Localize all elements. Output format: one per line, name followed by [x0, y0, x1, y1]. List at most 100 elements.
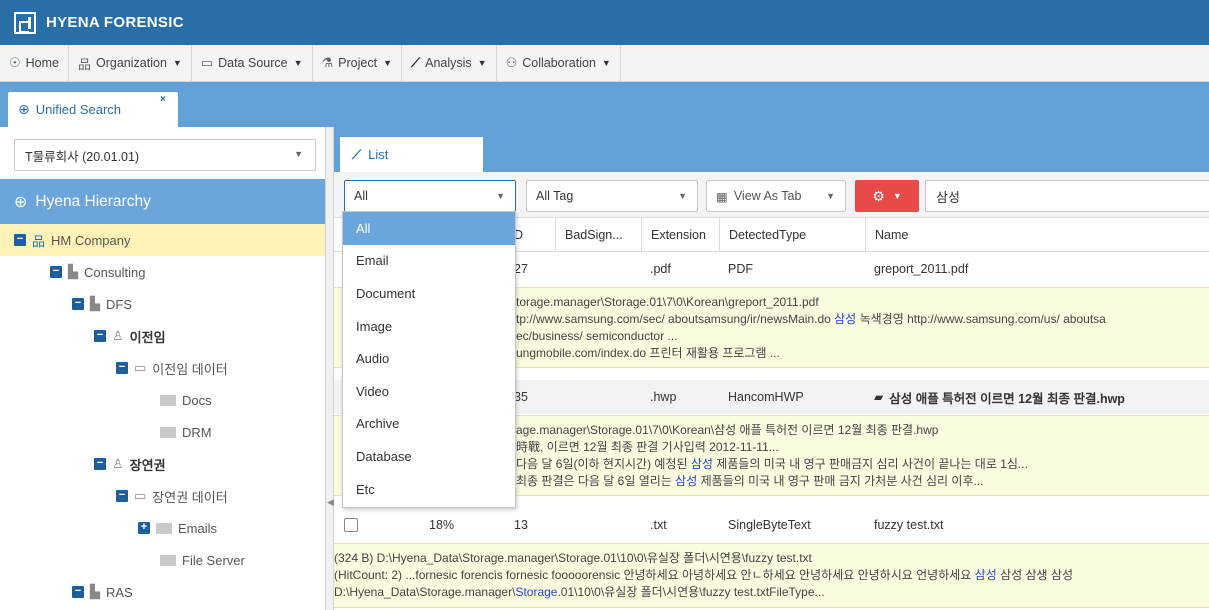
snippet-line: torage.manager\Storage.01\7\0\Korean\gre…	[516, 294, 1209, 311]
search-hit: 삼성	[690, 457, 713, 471]
people-icon: ⚇	[505, 55, 518, 70]
tab-list[interactable]: ⟋ List	[340, 137, 483, 172]
snippet-text: tp://www.samsung.com/sec/ aboutsamsung/i…	[516, 312, 835, 326]
snippet-line: 다음 달 6일(이하 현지시간) 예정된 삼성 제품들의 미국 내 영구 판매금…	[516, 456, 1209, 473]
building-icon: ▙	[90, 296, 100, 311]
type-option-document[interactable]: Document	[343, 277, 515, 310]
table-row[interactable]: 18% 13 .txt SingleByteText fuzzy test.txt	[334, 508, 1209, 542]
column-header-name[interactable]: Name	[865, 218, 908, 252]
cell-type-text: PDF	[728, 262, 753, 276]
menu-home-label: Home	[25, 56, 59, 70]
type-option-archive[interactable]: Archive	[343, 408, 515, 441]
snippet-text: 삼성 삼생 삼성	[996, 568, 1074, 582]
search-input-value: 삼성	[936, 189, 960, 205]
cell-ext: .pdf	[650, 252, 671, 286]
chevron-down-icon: ▼	[601, 58, 611, 68]
tab-unified-search[interactable]: ⊕ Unified Search ×	[8, 92, 178, 127]
menu-organization[interactable]: 品 Organization ▼	[69, 44, 192, 82]
type-filter-value: All	[354, 189, 368, 203]
cell-id-text: 27	[514, 262, 528, 276]
tree-node[interactable]: DRM	[0, 416, 325, 448]
search-hit: Storage	[515, 585, 558, 599]
cell-name: greport_2011.pdf	[874, 252, 968, 286]
column-header-badsign[interactable]: BadSign...	[555, 218, 623, 252]
chevron-down-icon: ▼	[477, 58, 487, 68]
collapse-icon[interactable]: −	[94, 458, 106, 470]
cell-name-text: 삼성 애플 특허전 이르면 12월 최종 판결.hwp	[889, 391, 1125, 406]
row-checkbox[interactable]	[344, 518, 358, 532]
tree-node[interactable]: − 品 HM Company	[0, 224, 325, 256]
hit-snippet: (324 B) D:\Hyena_Data\Storage.manager\St…	[334, 543, 1209, 608]
cell-ext-text: .pdf	[650, 262, 671, 276]
tree-node[interactable]: + Emails	[0, 512, 325, 544]
tree-node[interactable]: − ▭ 장연권 데이터	[0, 480, 325, 512]
tree-node[interactable]: − ▙ Consulting	[0, 256, 325, 288]
type-option-audio[interactable]: Audio	[343, 342, 515, 375]
collapse-left-icon[interactable]: ◀	[327, 497, 334, 508]
organization-select[interactable]: T물류회사 (20.01.01) ▼	[14, 139, 316, 171]
hierarchy-tree: − 品 HM Company − ▙ Consulting − ▙ DFS − ♙ 이전임 − ▭ 이전임 …	[0, 224, 325, 610]
menu-home[interactable]: ☉ Home	[0, 44, 69, 82]
collapse-icon[interactable]: −	[72, 586, 84, 598]
type-option-database[interactable]: Database	[343, 440, 515, 473]
type-option-etc[interactable]: Etc	[343, 473, 515, 506]
cell-score: 18%	[429, 508, 454, 542]
type-option-all[interactable]: All	[343, 212, 515, 245]
type-option-image[interactable]: Image	[343, 310, 515, 343]
collapse-icon[interactable]: −	[116, 362, 128, 374]
cell-id: 13	[514, 508, 528, 542]
tab-list-label: List	[368, 147, 389, 162]
tree-node[interactable]: Docs	[0, 384, 325, 416]
type-option-email[interactable]: Email	[343, 245, 515, 278]
settings-button[interactable]: ⚙ ▼	[855, 180, 919, 212]
snippet-line: 時戰, 이르면 12월 최종 판결 기사입력 2012-11-11...	[516, 439, 1209, 456]
menu-collaboration[interactable]: ⚇ Collaboration ▼	[497, 44, 621, 82]
collapse-icon[interactable]: −	[14, 234, 26, 246]
line-chart-icon: ⟋	[411, 55, 421, 70]
menu-data-source-label: Data Source	[218, 56, 288, 70]
menu-organization-label: Organization	[96, 56, 167, 70]
panel-splitter[interactable]: ◀	[326, 127, 334, 610]
tree-node-label: Docs	[182, 392, 212, 408]
menu-analysis[interactable]: ⟋ Analysis ▼	[402, 44, 497, 82]
collapse-icon[interactable]: −	[50, 266, 62, 278]
tree-node[interactable]: − ♙ 장연권	[0, 448, 325, 480]
laptop-icon: ▭	[134, 488, 147, 503]
drive-icon: ▭	[200, 55, 214, 70]
type-option-video[interactable]: Video	[343, 375, 515, 408]
search-input[interactable]: 삼성	[925, 180, 1209, 212]
snippet-line: D:\Hyena_Data\Storage.manager\Storage.01…	[334, 584, 1209, 601]
close-tab-icon[interactable]: ×	[160, 94, 166, 105]
hyena-logo-icon	[14, 11, 36, 34]
organization-select-value: T물류회사 (20.01.01)	[25, 149, 140, 164]
tree-node-label: Consulting	[84, 264, 146, 280]
type-filter-select[interactable]: All ▼	[344, 180, 516, 212]
search-hit: 삼성	[834, 312, 857, 326]
tag-filter-select[interactable]: All Tag ▼	[526, 180, 698, 212]
org-icon: 品	[32, 233, 46, 249]
chevron-down-icon: ▼	[172, 58, 182, 68]
cell-type-text: SingleByteText	[728, 518, 811, 532]
gear-icon: ⚙	[872, 187, 885, 204]
tree-node[interactable]: − ♙ 이전임	[0, 320, 325, 352]
folder-icon	[160, 426, 176, 438]
tree-node[interactable]: File Server	[0, 544, 325, 576]
expand-icon[interactable]: +	[138, 522, 150, 534]
snippet-text: ec/business/ semiconductor ...	[516, 329, 678, 343]
menu-project[interactable]: ⚗ Project ▼	[313, 44, 402, 82]
column-header-extension[interactable]: Extension	[641, 218, 706, 252]
view-mode-select[interactable]: ▦ View As Tab ▼	[706, 180, 846, 212]
collapse-icon[interactable]: −	[94, 330, 106, 342]
folder-icon	[156, 522, 172, 534]
collapse-icon[interactable]: −	[116, 490, 128, 502]
chevron-down-icon: ▼	[293, 58, 303, 68]
tree-node[interactable]: − ▙ DFS	[0, 288, 325, 320]
menu-data-source[interactable]: ▭ Data Source ▼	[192, 44, 313, 82]
tree-node[interactable]: − ▭ 이전임 데이터	[0, 352, 325, 384]
cell-score-text: 18%	[429, 518, 455, 532]
chevron-down-icon: ▼	[678, 191, 687, 201]
column-header-detectedtype[interactable]: DetectedType	[719, 218, 806, 252]
tree-node-label: Emails	[178, 520, 218, 536]
tree-node[interactable]: − ▙ RAS	[0, 576, 325, 608]
collapse-icon[interactable]: −	[72, 298, 84, 310]
